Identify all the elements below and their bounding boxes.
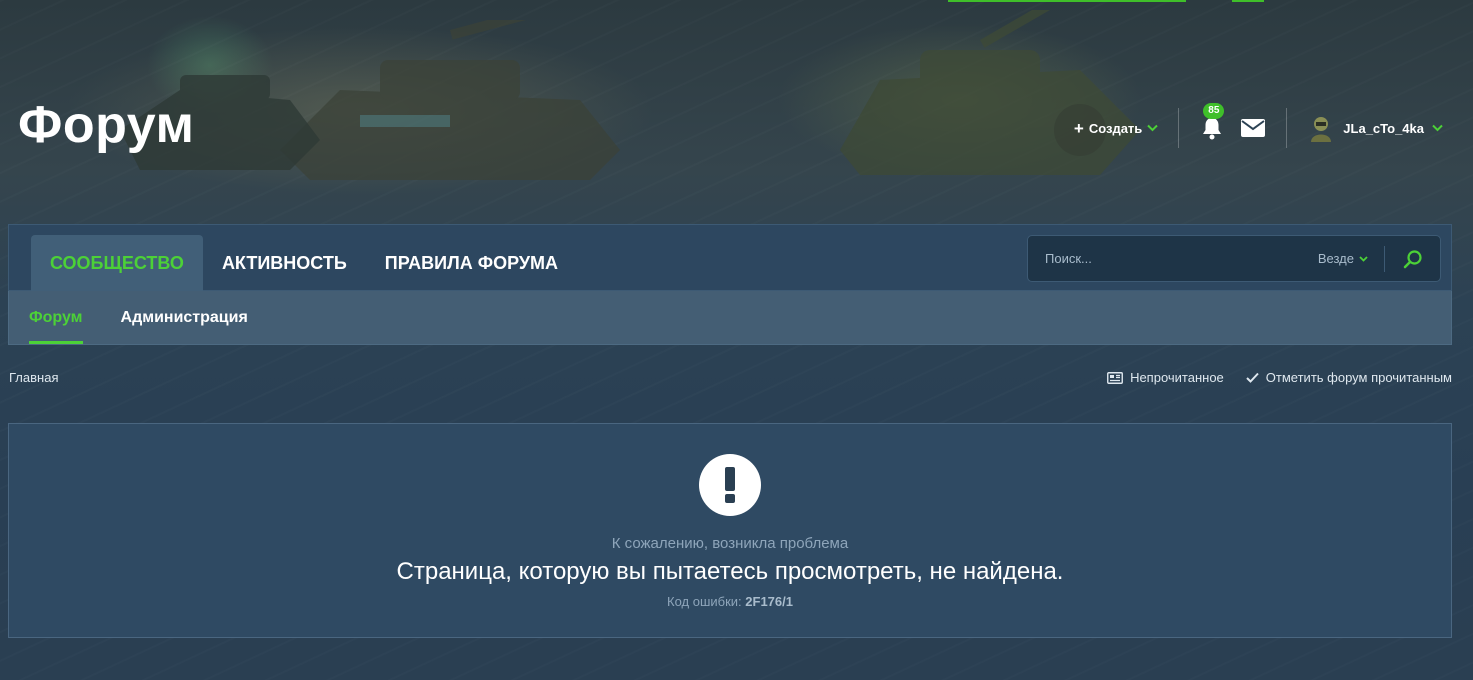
- create-label: Создать: [1088, 120, 1143, 136]
- search-button[interactable]: [1385, 236, 1440, 281]
- error-message: Страница, которую вы пытаетесь просмотре…: [396, 558, 1064, 585]
- top-accent-strip: [948, 0, 1186, 2]
- notification-badge: 85: [1203, 103, 1225, 119]
- tab-forum-rules[interactable]: Правила форума: [366, 235, 577, 292]
- messages-button[interactable]: [1240, 115, 1266, 141]
- tank-artwork-left: [120, 20, 627, 180]
- search-input[interactable]: [1028, 251, 1318, 266]
- newspaper-icon: [1107, 371, 1124, 384]
- error-subtitle: К сожалению, возникла проблема: [611, 535, 849, 552]
- bell-icon: [1203, 118, 1222, 140]
- subnav-item-forum[interactable]: Форум: [29, 291, 83, 344]
- envelope-icon: [1241, 119, 1266, 137]
- site-title[interactable]: Форум: [18, 95, 194, 155]
- tab-community[interactable]: Сообщество: [31, 235, 203, 292]
- subnav-item-administration[interactable]: Администрация: [121, 291, 267, 344]
- error-code-line: Код ошибки: 2F176/1: [9, 594, 1451, 609]
- page-actions: Непрочитанное Отметить форум прочитанным: [1107, 370, 1452, 385]
- chevron-down-icon: [1147, 124, 1159, 132]
- chevron-down-icon: [1432, 124, 1443, 132]
- unread-label: Непрочитанное: [1130, 370, 1224, 385]
- nav-tabs: Сообщество Активность Правила форума: [31, 235, 577, 292]
- user-bar: + Создать 85 JLa_cTo_4ka: [1073, 103, 1443, 148]
- error-code-label: Код ошибки:: [667, 594, 742, 609]
- notifications-button[interactable]: 85: [1199, 103, 1225, 141]
- avatar: [1311, 117, 1332, 142]
- create-button[interactable]: + Создать: [1073, 118, 1159, 138]
- search-scope-dropdown[interactable]: Везде: [1318, 251, 1384, 266]
- plus-icon: +: [1073, 118, 1084, 138]
- search-icon: [1403, 249, 1422, 268]
- error-box: К сожалению, возникла проблема Страница,…: [8, 423, 1452, 638]
- main-nav: Сообщество Активность Правила форума Вез…: [8, 224, 1452, 292]
- search-scope-label: Везде: [1317, 251, 1354, 266]
- user-menu-button[interactable]: JLa_cTo_4ka: [1307, 114, 1443, 142]
- chevron-down-icon: [1359, 255, 1368, 262]
- divider: [1286, 108, 1288, 148]
- tab-activity[interactable]: Активность: [203, 235, 366, 292]
- top-accent-strip: [1232, 0, 1264, 2]
- mark-read-label: Отметить форум прочитанным: [1265, 370, 1452, 385]
- error-code: 2F176/1: [745, 594, 793, 609]
- tank-artwork-right: [840, 10, 1140, 175]
- divider: [1178, 108, 1180, 148]
- mark-read-link[interactable]: Отметить форум прочитанным: [1246, 370, 1452, 385]
- search-bar: Везде: [1027, 235, 1441, 282]
- unread-link[interactable]: Непрочитанное: [1107, 370, 1224, 385]
- sub-nav: Форум Администрация: [8, 291, 1452, 345]
- exclamation-icon: [699, 454, 761, 516]
- username: JLa_cTo_4ka: [1343, 120, 1424, 136]
- breadcrumb-home[interactable]: Главная: [9, 370, 58, 385]
- check-icon: [1246, 372, 1259, 383]
